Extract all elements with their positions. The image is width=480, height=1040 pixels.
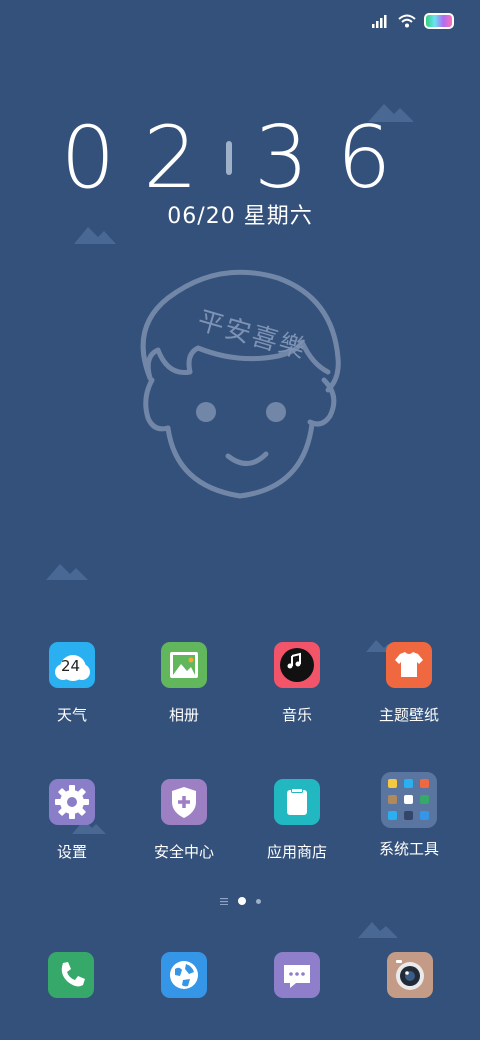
app-store[interactable]: 应用商店: [242, 779, 352, 862]
page-dot[interactable]: [255, 898, 261, 904]
app-store-icon: [274, 779, 320, 825]
app-label: 天气: [56, 706, 87, 724]
phone-icon: [61, 962, 85, 987]
mountain-decoration: [74, 227, 116, 244]
security-icon: [161, 779, 207, 825]
lockscreen-date: 06/20 星期六: [167, 204, 313, 229]
mountain-decoration: [358, 922, 398, 938]
page-indicator[interactable]: [0, 894, 480, 908]
themes-icon: [386, 642, 432, 688]
app-label: 应用商店: [266, 843, 327, 861]
app-label: 相册: [168, 706, 199, 724]
dock-camera[interactable]: [387, 952, 433, 998]
browser-icon: [170, 961, 198, 989]
dock-phone[interactable]: [48, 952, 94, 998]
tools-folder-icon: [381, 772, 437, 828]
app-settings[interactable]: 设置: [17, 779, 127, 862]
lockscreen-clock: 02 36: [0, 108, 480, 208]
settings-icon: [49, 779, 95, 825]
weather-icon: 24: [49, 642, 95, 688]
menu-lines-icon: [219, 897, 228, 905]
app-label: 主题壁纸: [378, 706, 439, 724]
wallpaper-face-illustration: [140, 269, 341, 499]
messages-icon: [284, 965, 310, 988]
clock-hour: 02: [60, 108, 226, 208]
camera-icon: [396, 960, 424, 990]
dock-browser[interactable]: [161, 952, 207, 998]
app-themes[interactable]: 主题壁纸: [354, 642, 464, 725]
folder-system-tools[interactable]: 系统工具: [354, 772, 464, 859]
status-bar: [372, 10, 454, 32]
gallery-icon: [161, 642, 207, 688]
music-icon: [274, 642, 320, 688]
clock-separator: [226, 140, 232, 175]
battery-icon: [424, 13, 454, 29]
app-weather[interactable]: 24 天气: [17, 642, 127, 725]
app-music[interactable]: 音乐: [242, 642, 352, 725]
wifi-icon: [398, 14, 416, 28]
app-security[interactable]: 安全中心: [129, 779, 239, 862]
dock-messages[interactable]: [274, 952, 320, 998]
app-label: 音乐: [281, 706, 312, 724]
clock-minute: 36: [254, 108, 420, 208]
page-dot-active[interactable]: [237, 897, 246, 905]
mountain-decoration: [46, 564, 88, 580]
mountain-decoration: [368, 104, 414, 122]
app-label: 设置: [56, 843, 87, 861]
app-label: 安全中心: [153, 843, 214, 861]
signal-bars-icon: [372, 15, 387, 28]
weather-temperature: 24: [61, 657, 81, 675]
app-gallery[interactable]: 相册: [129, 642, 239, 725]
app-label: 系统工具: [378, 840, 439, 858]
